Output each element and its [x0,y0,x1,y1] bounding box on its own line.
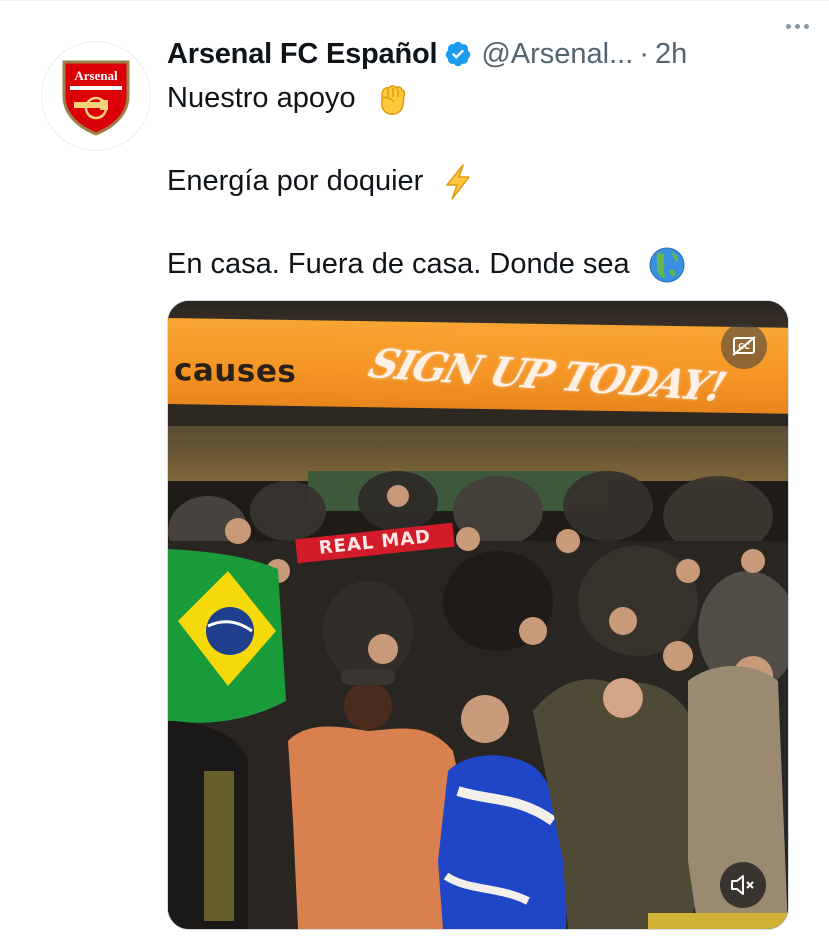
tweet-text: En casa. Fuera de casa. Donde sea [167,248,630,280]
more-dot-icon [803,23,809,29]
more-dot-icon [794,23,800,29]
avatar[interactable]: Arsenal [41,41,151,151]
lightning-emoji [446,164,471,201]
arsenal-crest-icon: Arsenal [62,60,130,136]
globe-americas-emoji [649,247,685,283]
stadium-ad-banner: causes SIGN UP TODAY! [168,318,788,414]
captions-button[interactable]: CC [721,323,767,369]
handle[interactable]: @Arsenal... [481,38,633,71]
captions-off-icon: CC [732,336,756,356]
raised-fist-emoji [380,85,405,116]
tweet-text: Energía por doquier [167,165,424,197]
video-player[interactable]: causes SIGN UP TODAY! REAL MAD CC [167,300,789,930]
tweet-text-line: Energía por doquier [167,163,475,201]
mute-toggle-button[interactable] [720,862,766,908]
timestamp[interactable]: 2h [655,38,687,71]
banner-text-causes: causes [174,352,297,391]
tweet-card[interactable]: Arsenal Arsenal FC Español @Arsenal... ·… [0,0,829,951]
more-dot-icon [785,23,791,29]
separator-dot: · [639,37,649,70]
tweet-text-line: En casa. Fuera de casa. Donde sea [167,246,686,284]
svg-text:Arsenal: Arsenal [74,68,118,83]
banner-text-signup: SIGN UP TODAY! [363,339,731,411]
more-options-button[interactable] [777,11,817,41]
verified-badge-icon [446,41,471,67]
tweet-header: Arsenal FC Español @Arsenal... · 2h [167,31,809,77]
muted-speaker-icon [731,875,754,895]
tweet-text: Nuestro apoyo [167,82,356,114]
tweet-text-line: Nuestro apoyo [167,80,410,117]
display-name[interactable]: Arsenal FC Español [167,38,438,71]
